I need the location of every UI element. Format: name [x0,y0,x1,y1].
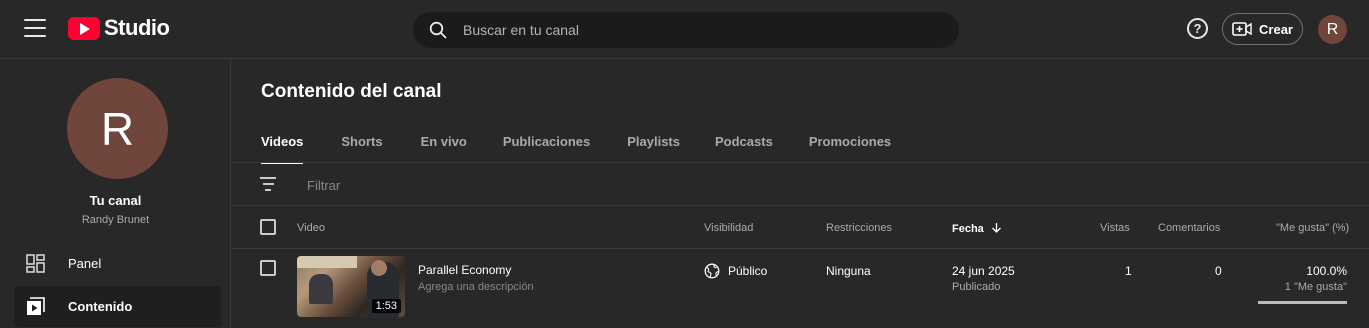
row-checkbox[interactable] [260,260,276,276]
date-status: Publicado [952,281,1001,293]
thumbnail-sign [297,256,357,268]
video-title[interactable]: Parallel Economy [418,263,511,277]
channel-avatar[interactable]: R [67,78,168,179]
restrictions-value: Ninguna [826,264,871,278]
tab-podcasts[interactable]: Podcasts [715,123,773,163]
menu-icon[interactable] [24,19,46,37]
dashboard-icon [25,254,45,274]
likes-count: 1 "Me gusta" [1284,281,1347,293]
create-video-icon [1232,22,1252,36]
column-views[interactable]: Vistas [1100,222,1130,234]
visibility-cell[interactable]: Público [704,263,767,279]
content-tabs: Videos Shorts En vivo Publicaciones Play… [261,123,891,164]
create-label: Crear [1259,21,1293,37]
channel-name: Randy Brunet [81,214,150,226]
sidebar-item-panel[interactable]: Panel [14,243,221,284]
sidebar: R Tu canal Randy Brunet Panel Contenido [0,59,231,328]
column-restrictions[interactable]: Restricciones [826,222,892,234]
tab-en-vivo[interactable]: En vivo [421,123,467,163]
video-thumbnail[interactable]: 1:53 [297,256,405,317]
video-duration: 1:53 [371,299,401,313]
likes-bar [1258,301,1347,304]
tab-publicaciones[interactable]: Publicaciones [503,123,590,163]
create-button[interactable]: Crear [1222,13,1303,45]
tab-videos[interactable]: Videos [261,123,304,164]
tab-playlists[interactable]: Playlists [627,123,680,163]
likes-percent: 100.0% [1306,264,1347,278]
date-value: 24 jun 2025 [952,264,1015,278]
tab-shorts[interactable]: Shorts [341,123,382,163]
search-bar[interactable] [413,12,959,48]
account-avatar[interactable]: R [1318,15,1347,44]
thumbnail-person-head [371,260,387,276]
column-date-label: Fecha [952,223,984,235]
top-bar: Studio ? Crear R [0,0,1369,59]
column-visibility[interactable]: Visibilidad [704,222,753,234]
filter-input[interactable] [307,178,607,193]
table-header: Video Visibilidad Restricciones Fecha Vi… [232,206,1369,249]
visibility-value: Público [728,264,768,278]
sidebar-item-label: Contenido [68,299,133,314]
column-video: Video [297,222,325,234]
channel-title: Tu canal [89,193,142,208]
search-input[interactable] [463,22,903,38]
studio-logo[interactable]: Studio [68,15,170,41]
page-title: Contenido del canal [261,81,442,102]
help-icon[interactable]: ? [1187,18,1208,39]
globe-icon [704,263,720,279]
youtube-play-icon [68,16,100,40]
video-description[interactable]: Agrega una descripción [418,281,534,293]
content-icon [25,297,45,317]
column-date[interactable]: Fecha [952,222,1002,235]
tab-promociones[interactable]: Promociones [809,123,891,163]
filter-row [232,163,1369,206]
logo-text: Studio [104,15,170,40]
main-content: Contenido del canal Videos Shorts En viv… [232,59,1369,328]
search-icon [429,21,447,39]
views-value: 1 [1125,264,1132,278]
sidebar-item-contenido[interactable]: Contenido [14,286,221,327]
column-likes[interactable]: "Me gusta" (%) [1276,222,1349,234]
comments-value: 0 [1215,264,1222,278]
likes-bar-fill [1258,301,1347,304]
sidebar-item-label: Panel [68,256,102,271]
select-all-checkbox[interactable] [260,219,276,235]
sort-down-arrow-icon [991,223,1001,233]
thumbnail-person [309,274,333,304]
filter-icon[interactable] [260,177,276,191]
table-row[interactable]: 1:53 Parallel Economy Agrega una descrip… [232,249,1369,328]
column-comments[interactable]: Comentarios [1158,222,1220,234]
